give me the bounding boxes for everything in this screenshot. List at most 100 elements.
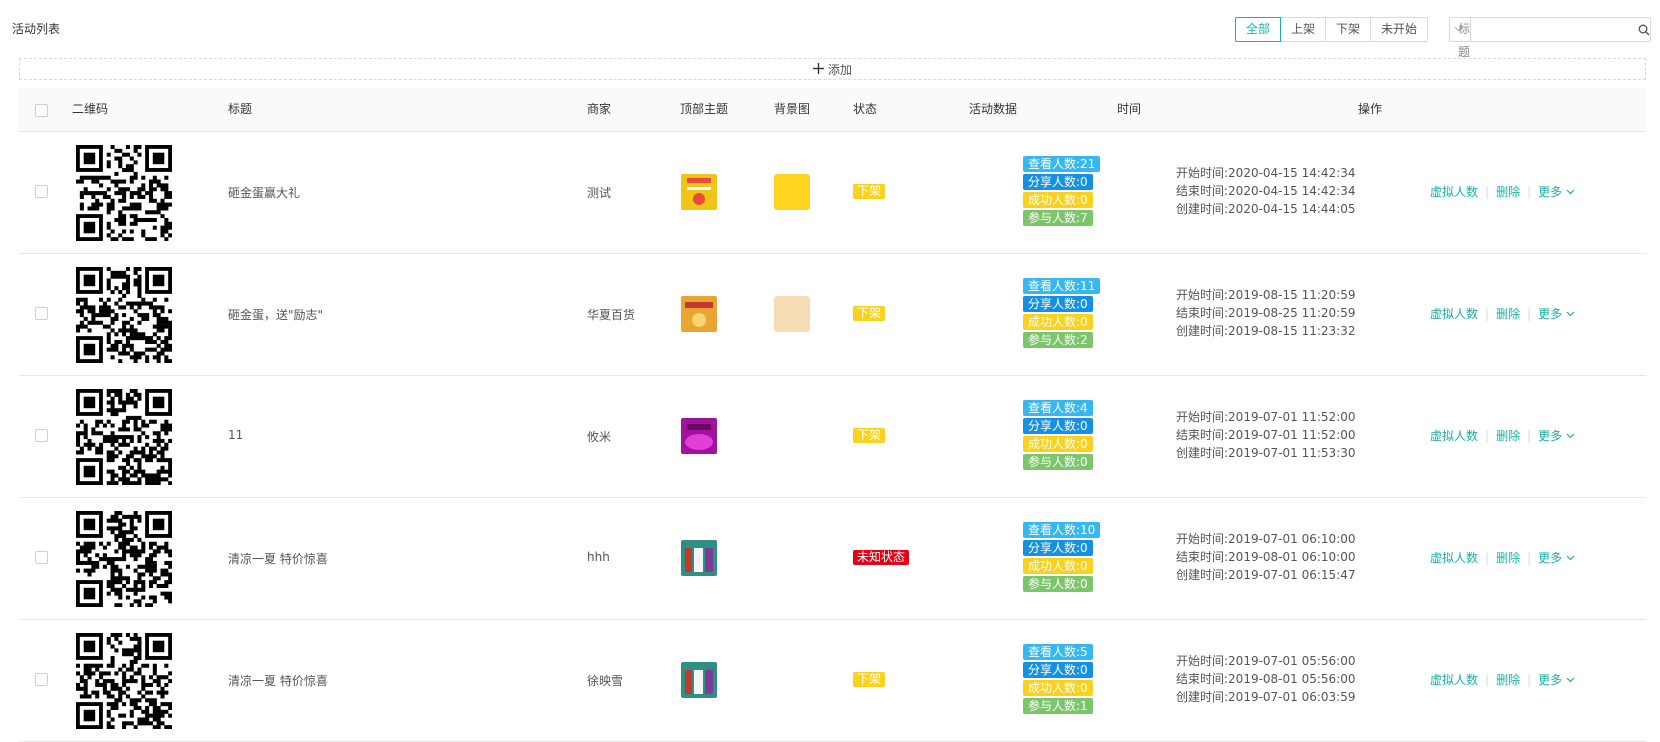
column-top-theme: 顶部主题 — [680, 102, 729, 116]
background-image — [774, 174, 810, 210]
start-time: 开始时间:2020-04-15 14:42:34 — [1176, 166, 1356, 180]
search-icon[interactable] — [1638, 18, 1650, 41]
filter-all-button[interactable]: 全部 — [1235, 17, 1282, 42]
activity-stats: 查看人数:4 分享人数:0 成功人数:0 参与人数:0 — [1023, 400, 1093, 470]
activity-times: 开始时间:2019-08-15 11:20:59 结束时间:2019-08-25… — [1176, 286, 1356, 340]
top-theme-image — [681, 662, 717, 698]
qr-code-image — [76, 633, 172, 729]
stat-join-count: 参与人数:2 — [1023, 332, 1093, 348]
stat-view-count: 查看人数:11 — [1023, 278, 1101, 294]
status-badge: 未知状态 — [853, 550, 910, 565]
column-title: 标题 — [228, 102, 253, 116]
row-checkbox[interactable] — [35, 673, 48, 686]
created-time: 创建时间:2019-07-01 06:15:47 — [1176, 568, 1356, 582]
divider: | — [1485, 672, 1490, 687]
search-type-select[interactable]: 标题 — [1450, 18, 1472, 59]
stat-share-count: 分享人数:0 — [1023, 662, 1093, 678]
divider: | — [1485, 184, 1490, 199]
row-checkbox[interactable] — [35, 429, 48, 442]
divider: | — [1527, 428, 1532, 443]
status-badge: 下架 — [853, 428, 886, 443]
top-theme-image — [681, 296, 717, 332]
more-link[interactable]: 更多 — [1538, 549, 1575, 566]
row-merchant: 测试 — [587, 186, 612, 200]
row-actions: 虚拟人数 | 删除 | 更多 — [1430, 183, 1575, 200]
chevron-down-icon — [1566, 433, 1575, 439]
filter-not-started-button[interactable]: 未开始 — [1370, 18, 1428, 41]
column-ops: 操作 — [1358, 102, 1383, 116]
more-link[interactable]: 更多 — [1538, 305, 1575, 322]
top-theme-image — [681, 418, 717, 454]
stat-success-count: 成功人数:0 — [1023, 436, 1093, 452]
add-activity-button[interactable]: 添加 — [19, 58, 1646, 80]
more-label: 更多 — [1538, 185, 1563, 199]
table-header: 二维码 标题 商家 顶部主题 背景图 状态 活动数据 时间 操作 — [19, 88, 1646, 132]
stat-view-count: 查看人数:10 — [1023, 522, 1101, 538]
background-image — [774, 296, 810, 332]
delete-link[interactable]: 删除 — [1496, 305, 1520, 322]
plus-icon — [812, 61, 824, 77]
qr-code-image — [76, 511, 172, 607]
stat-join-count: 参与人数:7 — [1023, 210, 1093, 226]
more-label: 更多 — [1538, 429, 1563, 443]
chevron-down-icon — [1566, 677, 1575, 683]
virtual-count-link[interactable]: 虚拟人数 — [1430, 183, 1478, 200]
start-time: 开始时间:2019-07-01 06:10:00 — [1176, 532, 1356, 546]
created-time: 创建时间:2019-08-15 11:23:32 — [1176, 324, 1356, 338]
virtual-count-link[interactable]: 虚拟人数 — [1430, 671, 1478, 688]
activity-table: 二维码 标题 商家 顶部主题 背景图 状态 活动数据 时间 操作 砸金蛋赢大礼 … — [19, 88, 1646, 742]
table-row: 11 攸米 下架 查看人数:4 分享人数:0 成功人数:0 参与人数:0 开始时… — [19, 376, 1646, 498]
row-merchant: 华夏百货 — [587, 308, 636, 322]
created-time: 创建时间:2020-04-15 14:44:05 — [1176, 202, 1356, 216]
row-title: 清凉一夏 特价惊喜 — [228, 674, 328, 688]
row-checkbox[interactable] — [35, 185, 48, 198]
stat-success-count: 成功人数:0 — [1023, 192, 1093, 208]
chevron-down-icon — [1566, 189, 1575, 195]
start-time: 开始时间:2019-08-15 11:20:59 — [1176, 288, 1356, 302]
page-title: 活动列表 — [12, 22, 61, 36]
more-link[interactable]: 更多 — [1538, 671, 1575, 688]
row-checkbox[interactable] — [35, 307, 48, 320]
column-qr: 二维码 — [72, 102, 109, 116]
column-merchant: 商家 — [587, 102, 612, 116]
row-actions: 虚拟人数 | 删除 | 更多 — [1430, 549, 1575, 566]
activity-times: 开始时间:2020-04-15 14:42:34 结束时间:2020-04-15… — [1176, 164, 1356, 218]
virtual-count-link[interactable]: 虚拟人数 — [1430, 427, 1478, 444]
divider: | — [1485, 428, 1490, 443]
stat-share-count: 分享人数:0 — [1023, 540, 1093, 556]
more-link[interactable]: 更多 — [1538, 183, 1575, 200]
divider: | — [1527, 550, 1532, 565]
stat-view-count: 查看人数:21 — [1023, 156, 1101, 172]
stat-join-count: 参与人数:0 — [1023, 454, 1093, 470]
select-all-checkbox[interactable] — [35, 104, 48, 117]
row-title: 砸金蛋，送"励志" — [228, 308, 324, 322]
search-input[interactable] — [1471, 19, 1639, 40]
delete-link[interactable]: 删除 — [1496, 427, 1520, 444]
add-label: 添加 — [827, 62, 852, 77]
virtual-count-link[interactable]: 虚拟人数 — [1430, 305, 1478, 322]
top-theme-image — [681, 540, 717, 576]
delete-link[interactable]: 删除 — [1496, 183, 1520, 200]
virtual-count-link[interactable]: 虚拟人数 — [1430, 549, 1478, 566]
table-row: 清凉一夏 特价惊喜 hhh 未知状态 查看人数:10 分享人数:0 成功人数:0… — [19, 498, 1646, 620]
stat-success-count: 成功人数:0 — [1023, 558, 1093, 574]
qr-code-image — [76, 267, 172, 363]
filter-offline-button[interactable]: 下架 — [1325, 18, 1371, 41]
created-time: 创建时间:2019-07-01 11:53:30 — [1176, 446, 1356, 460]
row-title: 清凉一夏 特价惊喜 — [228, 552, 328, 566]
divider: | — [1527, 184, 1532, 199]
filter-online-button[interactable]: 上架 — [1280, 18, 1326, 41]
search-box: 标题 — [1449, 17, 1651, 59]
activity-stats: 查看人数:11 分享人数:0 成功人数:0 参与人数:2 — [1023, 278, 1101, 348]
activity-times: 开始时间:2019-07-01 05:56:00 结束时间:2019-08-01… — [1176, 652, 1356, 706]
delete-link[interactable]: 删除 — [1496, 549, 1520, 566]
end-time: 结束时间:2019-07-01 11:52:00 — [1176, 428, 1356, 442]
delete-link[interactable]: 删除 — [1496, 671, 1520, 688]
row-checkbox[interactable] — [35, 551, 48, 564]
more-link[interactable]: 更多 — [1538, 427, 1575, 444]
activity-stats: 查看人数:21 分享人数:0 成功人数:0 参与人数:7 — [1023, 156, 1101, 226]
divider: | — [1485, 550, 1490, 565]
more-label: 更多 — [1538, 673, 1563, 687]
more-label: 更多 — [1538, 551, 1563, 565]
more-label: 更多 — [1538, 307, 1563, 321]
